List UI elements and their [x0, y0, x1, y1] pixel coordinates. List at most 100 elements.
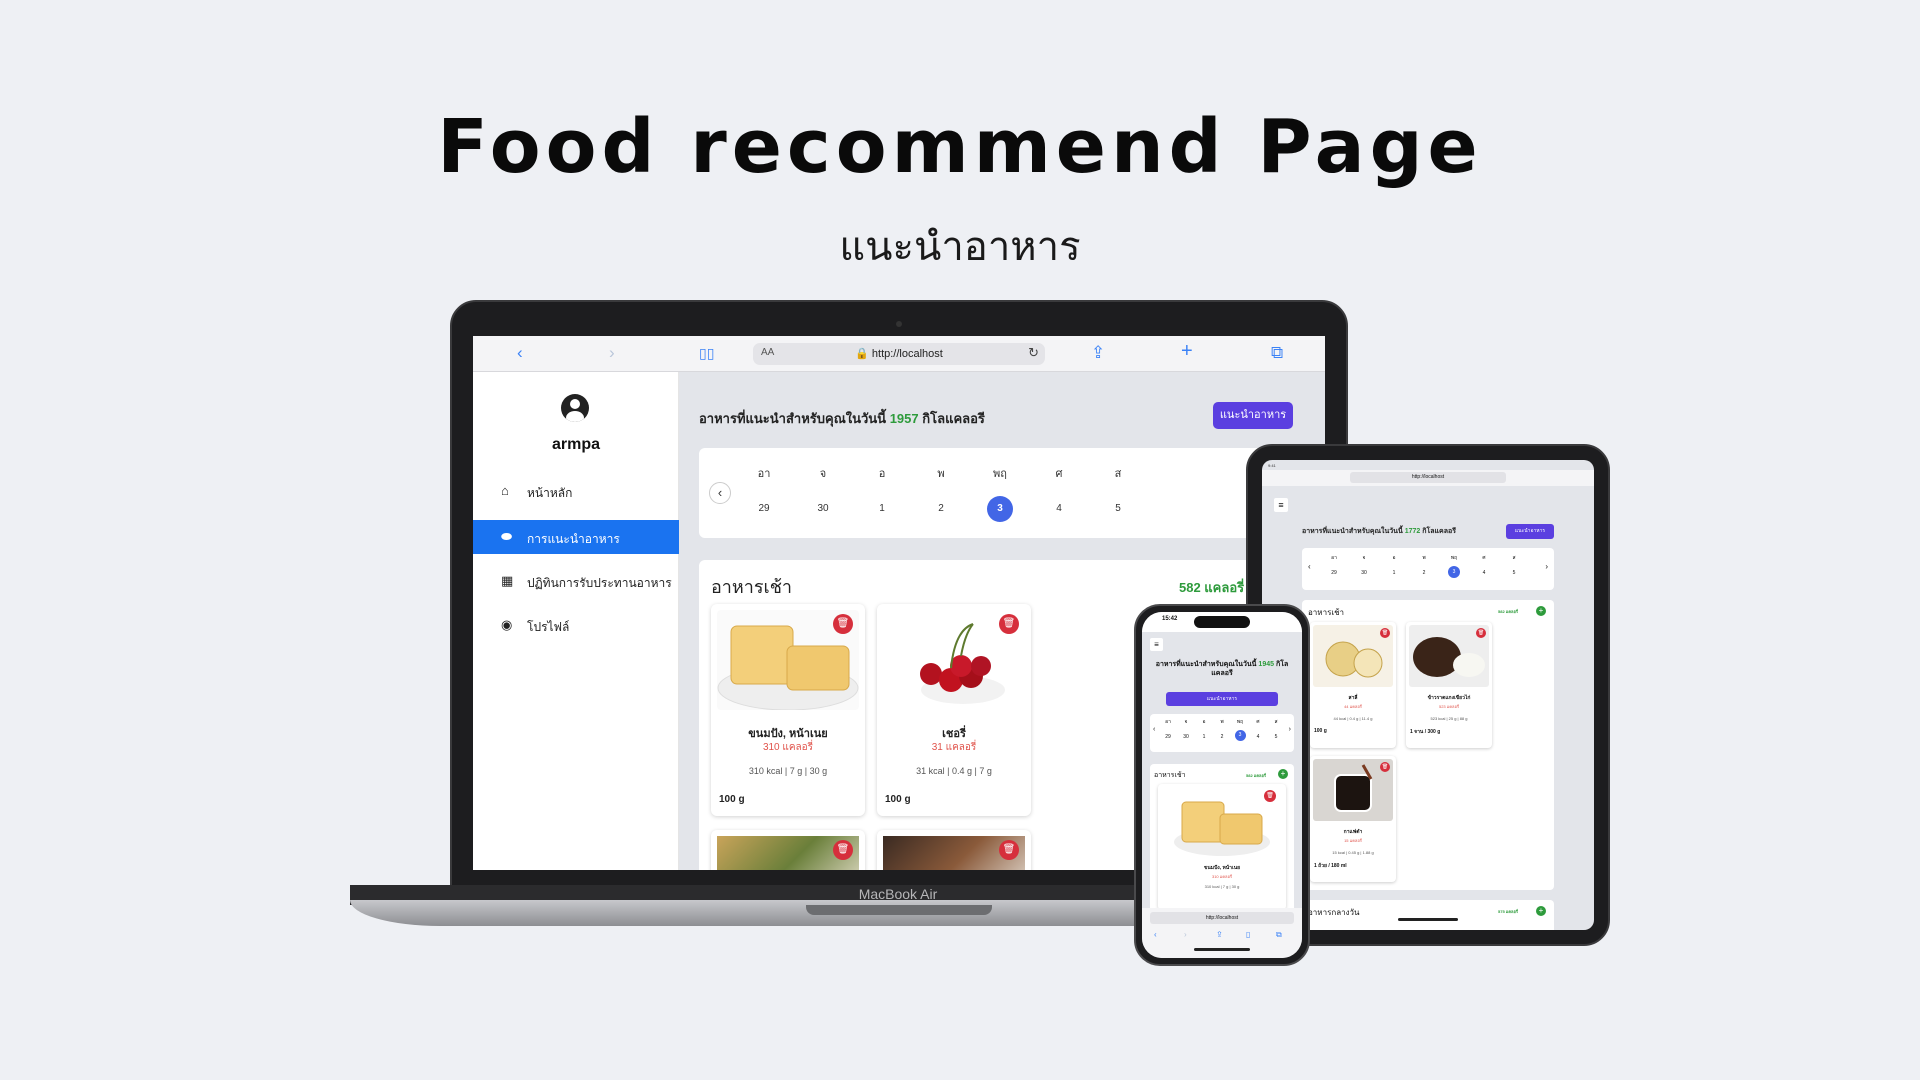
sidebar-item-profile[interactable]: ◉ โปรไฟล์ — [473, 608, 679, 642]
day-date[interactable]: 5 — [1504, 570, 1524, 576]
day-date[interactable]: 29 — [1160, 734, 1176, 740]
address-bar[interactable]: AA 🔒 http://localhost ↻ — [753, 343, 1045, 365]
day-date[interactable]: 3 — [1234, 730, 1246, 741]
calendar-day[interactable]: อ1 — [867, 464, 897, 522]
calendar-day[interactable]: จ 30 — [1178, 718, 1194, 740]
forward-icon[interactable]: › — [609, 343, 615, 363]
share-icon[interactable]: ⇪ — [1216, 930, 1223, 939]
day-date[interactable]: 5 — [1105, 496, 1131, 522]
calendar-day-selected[interactable]: พฤ 3 — [985, 464, 1015, 522]
calendar-day[interactable]: ส5 — [1268, 718, 1284, 740]
user-avatar[interactable] — [561, 394, 589, 422]
add-food-button[interactable]: + — [1278, 769, 1288, 779]
calendar-day[interactable]: อา 29 — [1324, 554, 1344, 576]
calendar-day[interactable]: ศ4 — [1474, 554, 1494, 576]
day-date[interactable]: 3 — [987, 496, 1013, 522]
delete-button[interactable]: 🗑 — [1380, 762, 1390, 772]
book-icon[interactable]: ▯ — [1246, 930, 1250, 939]
add-food-button[interactable]: + — [1536, 906, 1546, 916]
tablet-recommend-button[interactable]: แนะนำอาหาร — [1506, 524, 1554, 539]
delete-button[interactable]: 🗑 — [833, 840, 853, 860]
calendar-day[interactable]: ศ4 — [1044, 464, 1074, 522]
day-date[interactable]: 1 — [869, 496, 895, 522]
calendar-day[interactable]: อา 29 — [749, 464, 779, 522]
day-date[interactable]: 2 — [1214, 734, 1230, 740]
food-item[interactable]: 🗑 — [711, 830, 865, 870]
day-date[interactable]: 30 — [1354, 570, 1374, 576]
recommend-button[interactable]: แนะนำอาหาร — [1213, 402, 1293, 429]
food-item[interactable]: 🗑 กาแฟดำ 15 แคลอรี่ 15 kcal | 0.45 g | 1… — [1310, 756, 1396, 882]
new-tab-icon[interactable]: + — [1181, 341, 1193, 361]
calendar-day[interactable]: อา 29 — [1160, 718, 1176, 740]
calendar-day[interactable]: พ2 — [1414, 554, 1434, 576]
calendar-day-selected[interactable]: พฤ 3 — [1444, 554, 1464, 578]
recommend-suffix: กิโลแคลอรี — [922, 411, 985, 426]
calendar-day[interactable]: อ1 — [1196, 718, 1212, 740]
food-item[interactable]: 🗑 ข้าวราดแกงเขียวไก่ 523 แคลอรี่ 523 kca… — [1406, 622, 1492, 748]
day-date[interactable]: 1 — [1384, 570, 1404, 576]
tablet-menu-icon[interactable]: ≡ — [1274, 498, 1288, 512]
day-date[interactable]: 1 — [1196, 734, 1212, 740]
day-date[interactable]: 2 — [928, 496, 954, 522]
day-date[interactable]: 5 — [1268, 734, 1284, 740]
day-date[interactable]: 30 — [810, 496, 836, 522]
calendar-day[interactable]: ศ4 — [1250, 718, 1266, 740]
food-item[interactable]: 🗑 เชอรี่ 31 แคลอรี่ 31 kcal | 0.4 g | 7 … — [877, 604, 1031, 816]
tablet-url[interactable]: http://localhost — [1350, 472, 1506, 483]
day-date[interactable]: 29 — [751, 496, 777, 522]
day-date[interactable]: 4 — [1046, 496, 1072, 522]
calendar-next-button[interactable]: › — [1545, 562, 1548, 571]
calendar-day[interactable]: ส5 — [1103, 464, 1133, 522]
sidebar-item-calendar[interactable]: ▦ ปฏิทินการรับประทานอาหาร — [473, 564, 679, 598]
laptop-notch — [806, 905, 992, 915]
delete-button[interactable]: 🗑 — [1264, 790, 1276, 802]
phone-recommend-button[interactable]: แนะนำอาหาร — [1166, 692, 1278, 706]
day-of-week: ส — [1512, 555, 1516, 561]
share-icon[interactable]: ⇪ — [1091, 343, 1105, 363]
calendar-day[interactable]: อ1 — [1384, 554, 1404, 576]
book-icon[interactable]: ▯▯ — [699, 343, 714, 363]
food-item[interactable]: 🗑 ขนมปัง, หน้าเนย 310 แคลอรี่ 310 kcal |… — [1158, 784, 1286, 910]
day-date[interactable]: 2 — [1414, 570, 1434, 576]
day-date[interactable]: 3 — [1448, 566, 1460, 578]
delete-button[interactable]: 🗑 — [1476, 628, 1486, 638]
url-value: http://localhost — [871, 348, 943, 360]
day-date[interactable]: 4 — [1250, 734, 1266, 740]
back-icon[interactable]: ‹ — [1154, 930, 1157, 939]
phone-url[interactable]: http://localhost — [1150, 912, 1294, 924]
calendar-day[interactable]: จ 30 — [1354, 554, 1374, 576]
day-date[interactable]: 30 — [1178, 734, 1194, 740]
calendar-prev-button[interactable]: ‹ — [709, 482, 731, 504]
reload-icon[interactable]: ↻ — [1028, 345, 1039, 361]
calendar-day-selected[interactable]: พฤ 3 — [1232, 718, 1248, 741]
day-date[interactable]: 29 — [1324, 570, 1344, 576]
delete-button[interactable]: 🗑 — [1380, 628, 1390, 638]
add-food-button[interactable]: + — [1536, 606, 1546, 616]
calendar-next-button[interactable]: › — [1289, 726, 1291, 733]
calendar-prev-button[interactable]: ‹ — [1308, 562, 1311, 571]
calendar-day[interactable]: พ2 — [1214, 718, 1230, 740]
phone-menu-icon[interactable]: ≡ — [1150, 638, 1163, 651]
food-item[interactable]: 🗑 ขนมปัง, หน้าเนย 310 แคลอรี่ 310 kcal |… — [711, 604, 865, 816]
day-of-week: พฤ — [1236, 719, 1244, 725]
calendar-day[interactable]: จ 30 — [808, 464, 838, 522]
phone-breakfast-card: อาหารเช้า 582 แคลอรี่ + 🗑 ขนมปัง, หน้าเน… — [1150, 764, 1294, 914]
tabs-icon[interactable]: ⧉ — [1276, 930, 1282, 940]
delete-button[interactable]: 🗑 — [999, 614, 1019, 634]
calendar-prev-button[interactable]: ‹ — [1153, 726, 1155, 733]
forward-icon[interactable]: › — [1184, 930, 1187, 939]
calendar-day[interactable]: พ2 — [926, 464, 956, 522]
food-macros: 310 kcal | 7 g | 30 g — [1204, 884, 1240, 889]
calendar-day[interactable]: ส5 — [1504, 554, 1524, 576]
phone-dynamic-island — [1194, 616, 1250, 628]
delete-button[interactable]: 🗑 — [999, 840, 1019, 860]
back-icon[interactable]: ‹ — [517, 343, 523, 363]
day-date[interactable]: 4 — [1474, 570, 1494, 576]
meal-title: อาหารเช้า — [711, 577, 793, 597]
sidebar-item-food-recommend[interactable]: ⬬ การแนะนำอาหาร — [473, 520, 679, 554]
food-item[interactable]: 🗑 — [877, 830, 1031, 870]
delete-button[interactable]: 🗑 — [833, 614, 853, 634]
sidebar-item-home[interactable]: ⌂ หน้าหลัก — [473, 474, 679, 508]
tabs-icon[interactable]: ⧉ — [1271, 343, 1283, 363]
food-item[interactable]: 🗑 สาลี่ 44 แคลอรี่ 44 kcal | 0.4 g | 11.… — [1310, 622, 1396, 748]
